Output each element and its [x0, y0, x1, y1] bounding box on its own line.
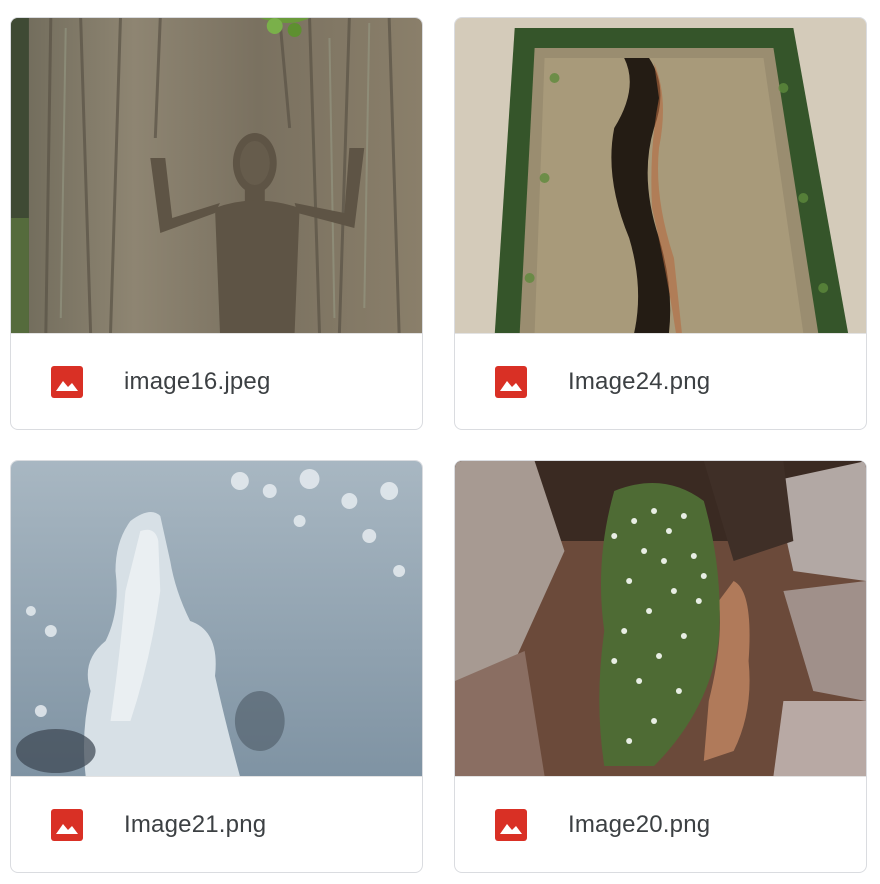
image-file-icon: [51, 366, 83, 398]
file-card-footer: Image24.png: [455, 333, 866, 429]
file-card-footer: Image20.png: [455, 776, 866, 872]
ice-figure-thumbnail: [11, 461, 422, 776]
flower-figure-thumbnail: [455, 461, 866, 776]
image-file-icon: [51, 809, 83, 841]
file-name: image16.jpeg: [124, 368, 271, 395]
image-file-icon: [495, 366, 527, 398]
earth-trench-thumbnail: [455, 18, 866, 333]
bark-figure-thumbnail: [11, 18, 422, 333]
file-card-image20[interactable]: Image20.png: [454, 460, 867, 873]
file-card-image21[interactable]: Image21.png: [10, 460, 423, 873]
file-card-footer: Image21.png: [11, 776, 422, 872]
file-name: Image24.png: [568, 368, 711, 395]
image-file-icon: [495, 809, 527, 841]
file-card-image24[interactable]: Image24.png: [454, 17, 867, 430]
file-name: Image21.png: [124, 811, 267, 838]
file-card-image16[interactable]: image16.jpeg: [10, 17, 423, 430]
file-card-footer: image16.jpeg: [11, 333, 422, 429]
file-name: Image20.png: [568, 811, 711, 838]
